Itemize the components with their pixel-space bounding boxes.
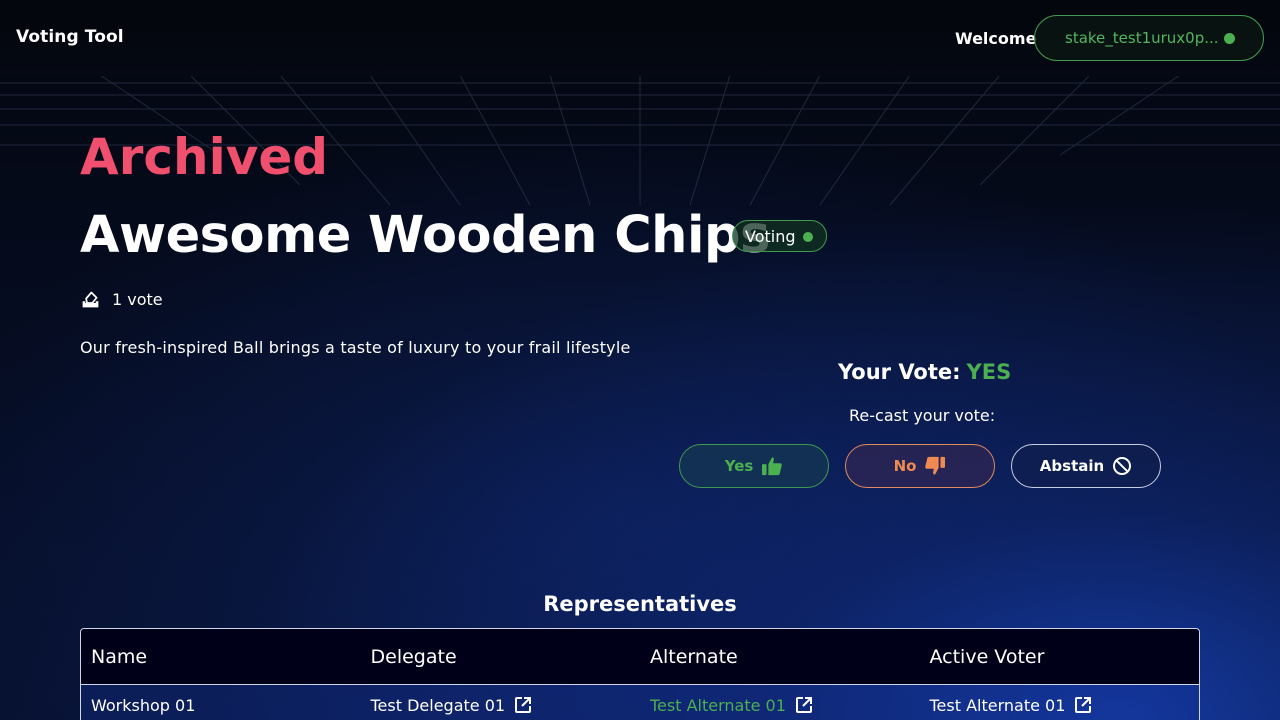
- status-badge: Voting: [732, 220, 827, 252]
- your-vote-label: Your Vote:: [838, 360, 961, 384]
- vote-count: 1 vote: [80, 289, 163, 310]
- cell-delegate-text: Test Delegate 01: [370, 695, 506, 715]
- column-header-active-voter: Active Voter: [929, 645, 1045, 668]
- cell-name-text: Workshop 01: [91, 695, 196, 715]
- representatives-table: Name Delegate Alternate Active Voter Wor…: [80, 628, 1200, 720]
- vote-no-label: No: [893, 457, 917, 475]
- column-header-delegate: Delegate: [370, 645, 457, 668]
- cell-alternate-text: Test Alternate 01: [650, 695, 786, 715]
- brand-title[interactable]: Voting Tool: [16, 27, 124, 47]
- vote-abstain-label: Abstain: [1039, 457, 1105, 475]
- table-row: Workshop 01 Test Delegate 01 Test Altern…: [81, 685, 1199, 720]
- your-vote: Your Vote: YES: [838, 360, 1011, 384]
- thumbs-down-icon: [925, 456, 946, 475]
- status-label: Voting: [745, 226, 796, 246]
- wallet-button[interactable]: stake_test1urux0p...: [1034, 15, 1264, 61]
- wallet-address: stake_test1urux0p...: [1065, 29, 1219, 47]
- proposal-description: Our fresh-inspired Ball brings a taste o…: [80, 338, 631, 357]
- green-dot-icon: [803, 232, 813, 242]
- external-link-icon[interactable]: [795, 696, 813, 714]
- green-dot-icon: [1224, 33, 1235, 44]
- external-link-icon[interactable]: [514, 696, 532, 714]
- ban-icon: [1113, 457, 1132, 475]
- vote-no-button[interactable]: No: [845, 444, 995, 488]
- cell-active-voter-text: Test Alternate 01: [929, 695, 1066, 715]
- vote-abstain-button[interactable]: Abstain: [1011, 444, 1161, 488]
- proposal-state: Archived: [80, 128, 329, 186]
- table-header: Name Delegate Alternate Active Voter: [81, 629, 1199, 685]
- your-vote-value: YES: [966, 360, 1012, 384]
- top-bar: Voting Tool Welcome stake_test1urux0p...: [0, 0, 1280, 76]
- cell-active-voter[interactable]: Test Alternate 01: [920, 689, 1200, 720]
- thumbs-up-icon: [762, 457, 783, 476]
- cell-delegate[interactable]: Test Delegate 01: [361, 689, 641, 720]
- column-header-name: Name: [91, 645, 148, 668]
- column-header-alternate: Alternate: [650, 645, 738, 668]
- proposal-title: Awesome Wooden Chips: [80, 206, 770, 265]
- ballot-box-icon: [82, 291, 99, 308]
- external-link-icon[interactable]: [1074, 696, 1092, 714]
- vote-yes-label: Yes: [724, 457, 754, 475]
- representatives-title: Representatives: [543, 592, 737, 616]
- cell-name: Workshop 01: [81, 689, 361, 720]
- welcome-label: Welcome: [955, 29, 1037, 48]
- recast-label: Re-cast your vote:: [849, 406, 996, 425]
- cell-alternate[interactable]: Test Alternate 01: [640, 689, 920, 720]
- vote-yes-button[interactable]: Yes: [679, 444, 829, 488]
- vote-count-text: 1 vote: [112, 290, 163, 309]
